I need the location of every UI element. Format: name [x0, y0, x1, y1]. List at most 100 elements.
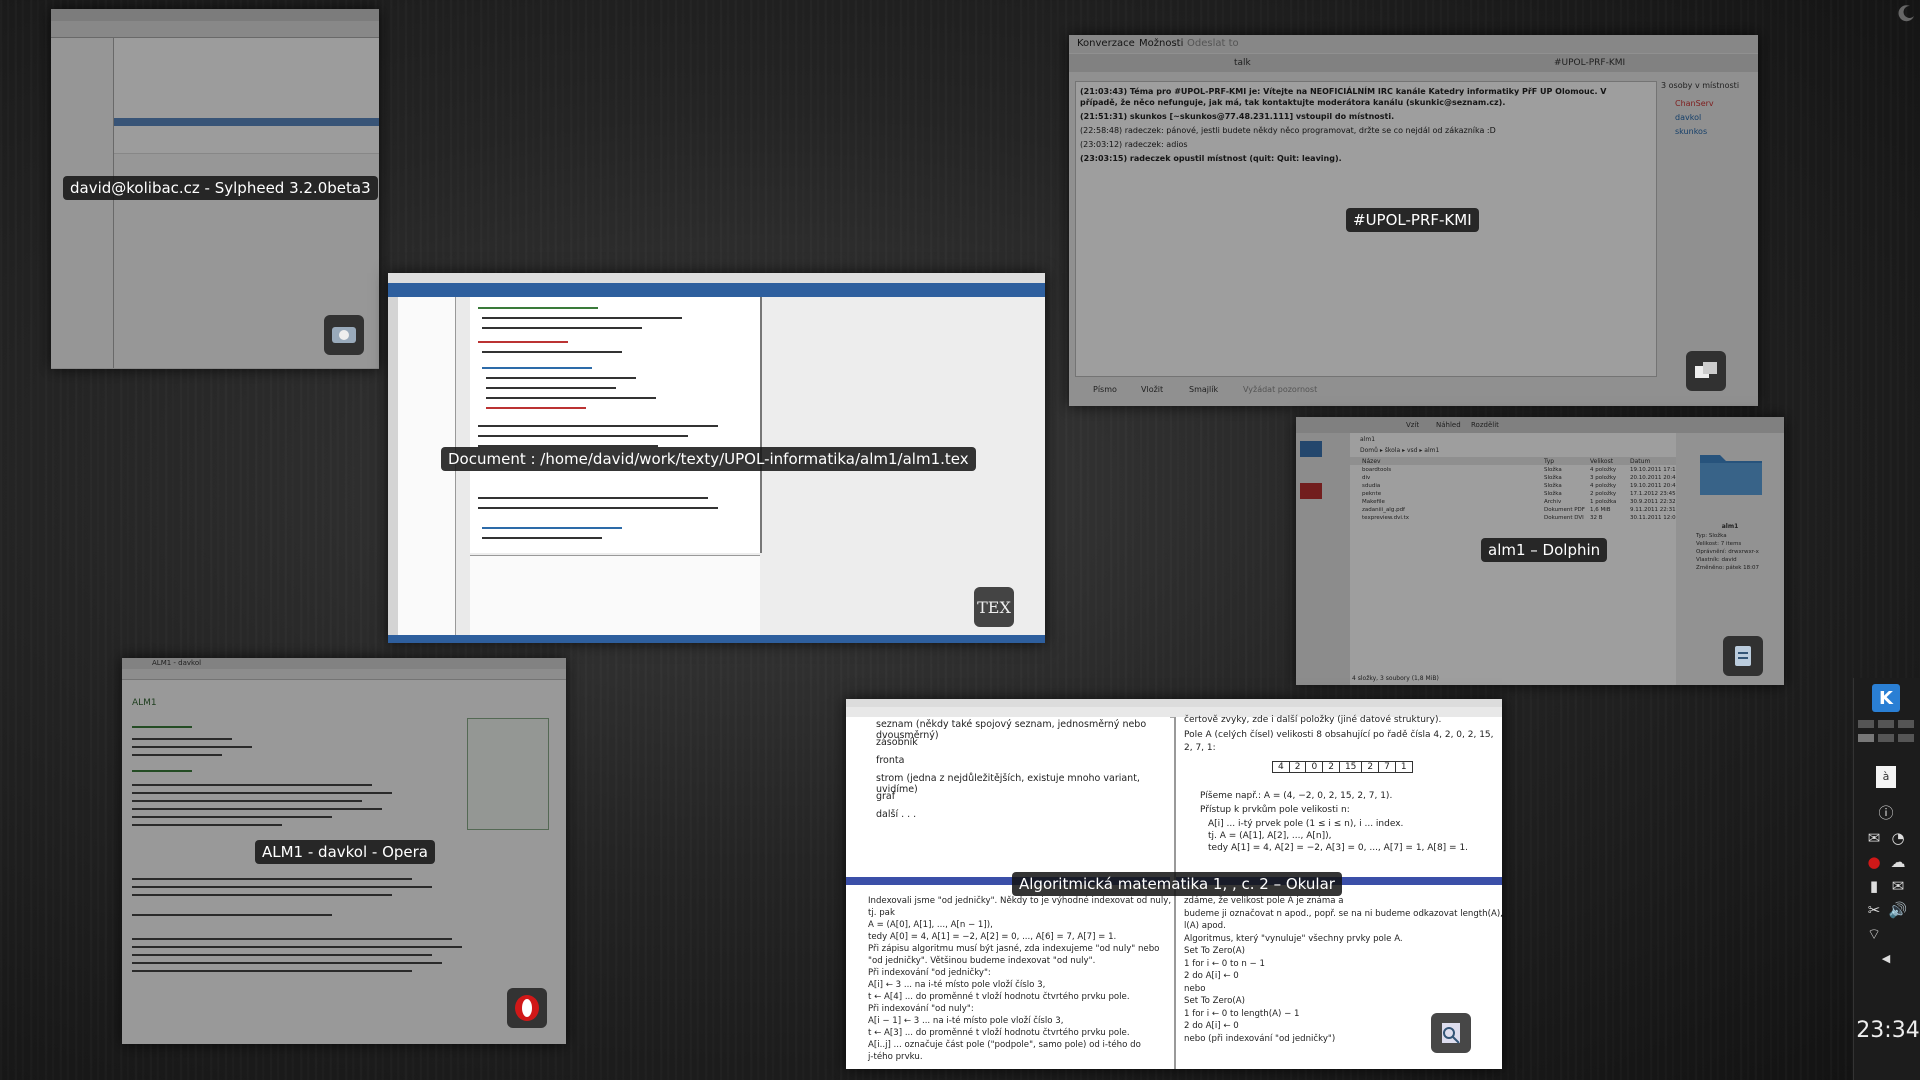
mail-client-icon [324, 315, 364, 355]
file-size: 3 položky [1590, 475, 1617, 481]
corner-moon-icon[interactable] [1898, 4, 1916, 22]
tab-channel[interactable]: #UPOL-PRF-KMI [1554, 58, 1625, 68]
chat-message: (21:51:31) skunkos [~skunkos@77.48.231.1… [1080, 112, 1395, 121]
insert-button[interactable]: Vložit [1141, 385, 1163, 394]
page-text: čertově zvyky, zde i další položky (jiné… [1184, 715, 1442, 725]
array-cell: 2 [1362, 762, 1380, 772]
toolbar-item[interactable]: Rozdělit [1471, 421, 1499, 429]
toolbar-item[interactable]: Náhled [1436, 421, 1461, 429]
info-icon[interactable]: ⓘ [1876, 802, 1896, 822]
file-type: Archiv [1544, 499, 1562, 505]
file-row[interactable]: peknte Složka 2 položky 17.1.2012 23:45 [1350, 491, 1676, 499]
scissors-icon[interactable]: ✂ [1864, 900, 1884, 920]
column-size[interactable]: Velikost [1590, 458, 1613, 465]
page-text: Píšeme např.: A = (4, −2, 0, 2, 15, 2, 7… [1200, 791, 1393, 801]
file-name: peknte [1362, 491, 1382, 497]
pager[interactable] [1858, 720, 1916, 758]
column-type[interactable]: Typ [1544, 458, 1554, 465]
network-icon[interactable]: ◔ [1888, 828, 1908, 848]
tray-d-icon[interactable]: ▮ [1864, 876, 1884, 896]
page-content [132, 718, 552, 1038]
toolbar: Vzít Náhled Rozdělit [1296, 417, 1784, 433]
opera-tray-icon[interactable]: ● [1864, 852, 1884, 872]
page-text-line: 1 for i ← 0 to n − 1 [1184, 958, 1265, 969]
page-text-line: zdáme, že velikost pole A je známa a [1184, 896, 1344, 906]
smiley-button[interactable]: Smajlík [1189, 385, 1218, 394]
column-date[interactable]: Datum [1630, 458, 1650, 465]
log-panel [470, 555, 760, 636]
file-type: Složka [1544, 491, 1562, 497]
bullet-item: seznam (někdy také spojový seznam, jedno… [876, 719, 1147, 741]
chat-tray-icon[interactable]: ☁ [1888, 852, 1908, 872]
info-line: Vlastník: david [1696, 557, 1737, 563]
folder-icon [1700, 455, 1762, 495]
file-row[interactable]: Makefile Archiv 1 položka 30.9.2011 22:32 [1350, 499, 1676, 507]
page-text-line: "od jedničky". Většinou budeme indexovat… [868, 956, 1096, 966]
file-row[interactable]: boardtools Složka 4 položky 19.10.2011 17:1… [1350, 467, 1679, 475]
page-text-line: A[i] ← 3 ... na i-té místo pole vloží čí… [868, 980, 1046, 990]
places-panel [1296, 433, 1350, 685]
page-top-right: čertově zvyky, zde i další položky (jiné… [1174, 715, 1502, 885]
texmaker-caption: Document : /home/david/work/texty/UPOL-i… [441, 447, 976, 471]
page-text-line: A = (A[0], A[1], ..., A[n − 1]), [868, 920, 993, 930]
wifi-icon[interactable]: ⌔ [1864, 924, 1884, 944]
font-button[interactable]: Písmo [1093, 385, 1117, 394]
page-text: Pole A (celých čísel) velikosti 8 obsahu… [1184, 730, 1494, 753]
tab-talk[interactable]: talk [1234, 58, 1251, 68]
file-row[interactable]: zadaniii_alg.pdf Dokument PDF 1,6 MiB 9.11.… [1350, 507, 1676, 515]
file-type: Dokument PDF [1544, 507, 1585, 513]
toolbar [51, 21, 379, 38]
menu-item[interactable]: Konverzace [1077, 38, 1135, 49]
chat-message: (21:03:43) Téma pro #UPOL-PRF-KMI je: Ví… [1080, 87, 1607, 107]
file-date: 19.10.2011 20:45 [1630, 483, 1680, 489]
expand-tray-icon[interactable]: ◀ [1876, 948, 1896, 968]
user-item[interactable]: davkol [1675, 113, 1701, 122]
file-date: 17.1.2012 23:45 [1630, 491, 1676, 497]
address-bar[interactable] [122, 669, 566, 680]
file-row[interactable]: sdudia Složka 4 položky 19.10.2011 20:45 [1350, 483, 1680, 491]
menu-item[interactable]: Možnosti [1139, 38, 1183, 49]
bullet-item: fronta [876, 755, 905, 766]
bullet-item: zásobník [876, 737, 918, 748]
page-text-line: Set To Zero(A) [1184, 996, 1245, 1006]
menu-item[interactable]: Odeslat to [1187, 38, 1239, 49]
menu-bar: Konverzace Možnosti Odeslat to [1069, 35, 1758, 53]
tab-bar: ALM1 - davkol [122, 658, 566, 669]
file-name: texpreview.dvi.tx [1362, 515, 1410, 521]
info-line: Typ: Složka [1696, 533, 1727, 539]
page-text-line: l(A) apod. [1184, 921, 1226, 931]
file-row[interactable]: div Složka 3 položky 20.10.2011 20:45 [1350, 475, 1679, 483]
toolbar-item[interactable]: Vzít [1406, 421, 1419, 429]
page-text-line: Set To Zero(A) [1184, 946, 1245, 956]
clipboard-icon[interactable]: à [1876, 766, 1896, 788]
volume-icon[interactable]: 🔊 [1888, 900, 1908, 920]
file-name: sdudia [1362, 483, 1381, 489]
browser-tab[interactable]: ALM1 - davkol [152, 659, 201, 667]
page-text-line: Při zápisu algoritmu musí být jasné, zda… [868, 944, 1160, 954]
file-type: Složka [1544, 483, 1562, 489]
bullet-item: strom (jedna z nejdůležitějších, existuj… [876, 773, 1140, 795]
breadcrumb[interactable]: Domů ▸ škola ▸ vsd ▸ alm1 [1360, 447, 1439, 454]
mail-tray-icon[interactable]: ✉ [1888, 876, 1908, 896]
chat-message: (22:58:48) radeczek: pánové, jestli bude… [1080, 126, 1496, 135]
clock[interactable]: 23:34 [1856, 1018, 1920, 1043]
user-item[interactable]: ChanServ [1675, 99, 1714, 108]
array-cell: 15 [1340, 762, 1363, 772]
info-title: alm1 [1721, 523, 1739, 530]
kde-menu-icon[interactable]: K [1872, 684, 1900, 712]
array-cell: 0 [1306, 762, 1324, 772]
page-bottom-left: Indexovali jsme "od jedničky". Někdy to … [846, 889, 1171, 1069]
side-panel: K à ⓘ ✉ ◔ ● ☁ ▮ ✉ ✂ 🔊 ⌔ ◀ 23:34 [1853, 678, 1920, 1080]
location-tab[interactable]: alm1 [1360, 436, 1375, 443]
menu-bar [846, 699, 1502, 707]
file-name: Makefile [1362, 499, 1385, 505]
page-text-line: budeme ji označovat n apod., popř. se na… [1184, 908, 1502, 919]
mail-icon[interactable]: ✉ [1864, 828, 1884, 848]
column-name[interactable]: Název [1362, 458, 1381, 465]
file-row[interactable]: texpreview.dvi.tx Dokument DVI 32 B 30.11.2… [1350, 515, 1679, 523]
code-editor[interactable] [470, 297, 762, 553]
file-size: 32 B [1590, 515, 1603, 521]
attention-button[interactable]: Vyžádat pozornost [1243, 385, 1317, 394]
bullet-item: graf [876, 791, 896, 802]
user-item[interactable]: skunkos [1675, 127, 1707, 136]
